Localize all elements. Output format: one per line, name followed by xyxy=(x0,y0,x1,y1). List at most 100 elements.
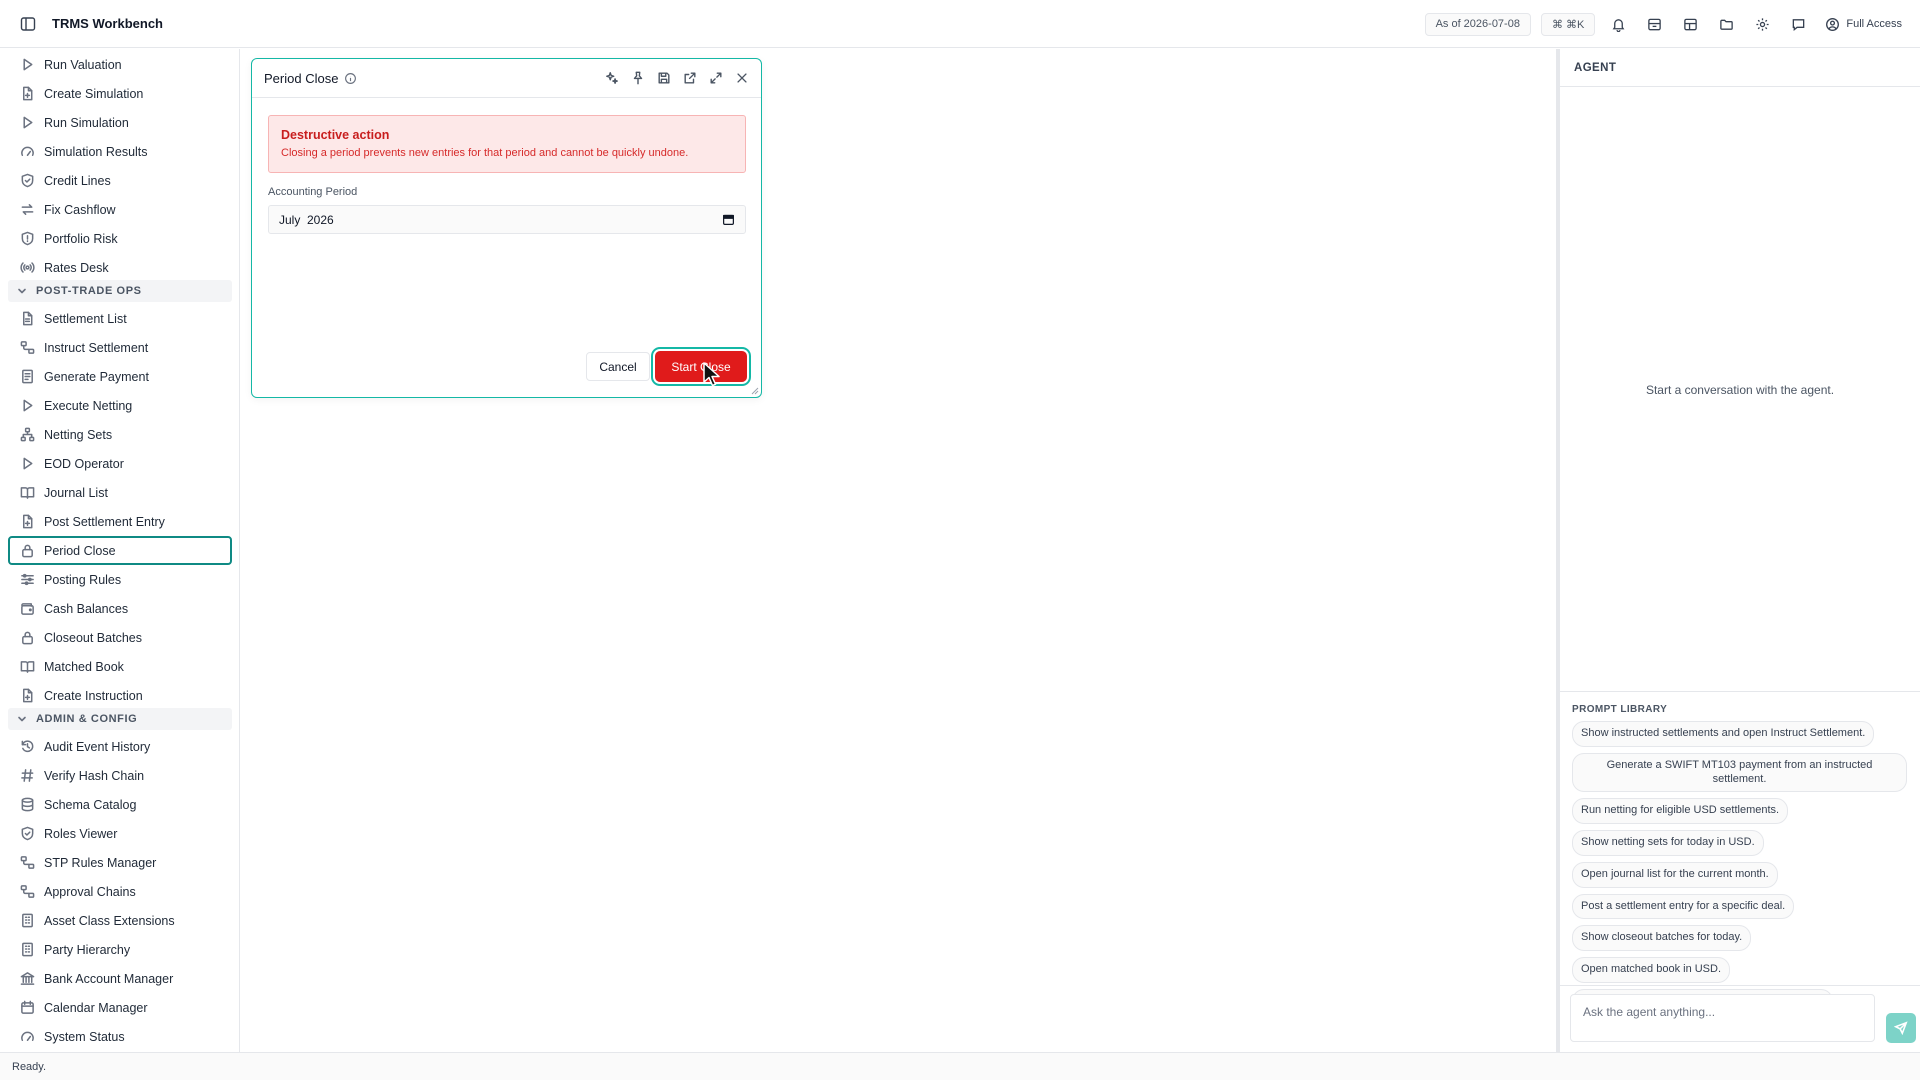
top-bar: TRMS Workbench As of 2026-07-08 ⌘ ⌘K Ful… xyxy=(0,0,1920,48)
maximize-icon[interactable] xyxy=(709,71,723,85)
prompt-chip[interactable]: Open matched book in USD. xyxy=(1572,957,1731,983)
sidebar-item-system-status[interactable]: System Status xyxy=(8,1023,232,1050)
sidebar-item-portfolio-risk[interactable]: Portfolio Risk xyxy=(8,225,232,252)
bell-icon[interactable] xyxy=(1605,11,1631,37)
sidebar-item-fix-cashflow[interactable]: Fix Cashflow xyxy=(8,196,232,223)
play-icon xyxy=(20,57,35,72)
command-palette-button[interactable]: ⌘ ⌘K xyxy=(1540,12,1596,36)
sidebar-item-stp-rules-manager[interactable]: STP Rules Manager xyxy=(8,849,232,876)
sidebar-item-journal-list[interactable]: Journal List xyxy=(8,479,232,506)
section-header-post-trade-ops[interactable]: POST-TRADE OPS xyxy=(8,280,232,302)
start-close-button[interactable]: Start Close xyxy=(655,351,747,382)
sidebar-item-party-hierarchy[interactable]: Party Hierarchy xyxy=(8,936,232,963)
sidebar-item-credit-lines[interactable]: Credit Lines xyxy=(8,167,232,194)
sidebar-item-bank-account-manager[interactable]: Bank Account Manager xyxy=(8,965,232,992)
sidebar-item-label: Journal List xyxy=(44,485,108,500)
as-of-date-button[interactable]: As of 2026-07-08 xyxy=(1424,12,1531,36)
sidebar-item-label: STP Rules Manager xyxy=(44,855,157,870)
workflow-icon xyxy=(20,340,35,355)
chevron-down-icon xyxy=(16,713,28,725)
sidebar-item-label: Approval Chains xyxy=(44,884,136,899)
resize-handle-icon[interactable] xyxy=(751,387,759,395)
section-header-admin-config[interactable]: ADMIN & CONFIG xyxy=(8,708,232,730)
shield-icon xyxy=(20,826,35,841)
sidebar-item-closeout-batches[interactable]: Closeout Batches xyxy=(8,624,232,651)
destructive-action-alert: Destructive action Closing a period prev… xyxy=(268,115,746,173)
mouse-cursor-icon xyxy=(702,362,722,388)
prompt-chip[interactable]: Show closeout batches for today. xyxy=(1572,925,1752,951)
sidebar-item-approval-chains[interactable]: Approval Chains xyxy=(8,878,232,905)
sidebar-item-create-simulation[interactable]: Create Simulation xyxy=(8,80,232,107)
gear-icon[interactable] xyxy=(1749,11,1775,37)
folder-icon[interactable] xyxy=(1713,11,1739,37)
sidebar-item-label: Calendar Manager xyxy=(44,1000,148,1015)
prompt-chip[interactable]: Generate a SWIFT MT103 payment from an i… xyxy=(1572,752,1907,793)
save-icon[interactable] xyxy=(657,71,671,85)
sidebar-item-run-valuation[interactable]: Run Valuation xyxy=(8,51,232,78)
sidebar-item-eod-operator[interactable]: EOD Operator xyxy=(8,450,232,477)
gauge-icon xyxy=(20,144,35,159)
sparkles-icon[interactable] xyxy=(605,71,619,85)
sidebar-item-settlement-list[interactable]: Settlement List xyxy=(8,305,232,332)
calendar-icon[interactable] xyxy=(722,213,735,226)
chat-icon[interactable] xyxy=(1785,11,1811,37)
sidebar-item-audit-event-history[interactable]: Audit Event History xyxy=(8,733,232,760)
sidebar-item-schema-catalog[interactable]: Schema Catalog xyxy=(8,791,232,818)
file-plus-icon xyxy=(20,86,35,101)
prompt-chip[interactable]: Show instructed settlements and open Ins… xyxy=(1572,721,1875,747)
sidebar-item-rates-desk[interactable]: Rates Desk xyxy=(8,254,232,281)
cancel-button[interactable]: Cancel xyxy=(586,352,650,381)
layout-icon[interactable] xyxy=(1677,11,1703,37)
prompt-chip[interactable]: Show netting sets for today in USD. xyxy=(1572,830,1764,856)
sidebar-item-netting-sets[interactable]: Netting Sets xyxy=(8,421,232,448)
accounting-period-label: Accounting Period xyxy=(268,186,358,198)
book-icon xyxy=(20,485,35,500)
close-icon[interactable] xyxy=(735,71,749,85)
info-icon[interactable] xyxy=(344,72,357,85)
sidebar-item-label: Verify Hash Chain xyxy=(44,768,145,783)
archive-icon[interactable] xyxy=(1641,11,1667,37)
building-icon xyxy=(20,942,35,957)
sidebar-item-label: Fix Cashflow xyxy=(44,202,116,217)
sidebar-item-matched-book[interactable]: Matched Book xyxy=(8,653,232,680)
send-button[interactable] xyxy=(1886,1013,1916,1043)
alert-title: Destructive action xyxy=(281,128,390,142)
sidebar-item-calendar-manager[interactable]: Calendar Manager xyxy=(8,994,232,1021)
period-close-modal: Period Close Destructive action Closing … xyxy=(251,58,762,398)
sidebar-item-label: Period Close xyxy=(44,543,116,558)
panel-toggle-icon[interactable] xyxy=(17,13,39,35)
sidebar-item-label: System Status xyxy=(44,1029,125,1044)
prompt-chip[interactable]: Run netting for eligible USD settlements… xyxy=(1572,798,1789,824)
prompt-chip[interactable]: Open journal list for the current month. xyxy=(1572,861,1778,888)
sidebar-item-label: Generate Payment xyxy=(44,369,149,384)
sidebar-item-post-settlement-entry[interactable]: Post Settlement Entry xyxy=(8,508,232,535)
sidebar-item-label: Roles Viewer xyxy=(44,826,118,841)
access-indicator[interactable]: Full Access xyxy=(1825,17,1902,32)
sidebar-item-run-simulation[interactable]: Run Simulation xyxy=(8,109,232,136)
sidebar-item-label: Closeout Batches xyxy=(44,630,142,645)
prompt-chip[interactable]: Post a settlement entry for a specific d… xyxy=(1572,893,1795,920)
sidebar-item-label: EOD Operator xyxy=(44,456,124,471)
sidebar-item-period-close[interactable]: Period Close xyxy=(8,536,232,565)
agent-input[interactable] xyxy=(1570,994,1875,1042)
sidebar-item-verify-hash-chain[interactable]: Verify Hash Chain xyxy=(8,762,232,789)
sidebar-item-label: Instruct Settlement xyxy=(44,340,149,355)
sidebar-item-instruct-settlement[interactable]: Instruct Settlement xyxy=(8,334,232,361)
sidebar: Run Valuation Create Simulation Run Simu… xyxy=(0,49,240,1052)
sidebar-item-cash-balances[interactable]: Cash Balances xyxy=(8,595,232,622)
sidebar-item-generate-payment[interactable]: Generate Payment xyxy=(8,363,232,390)
sidebar-item-simulation-results[interactable]: Simulation Results xyxy=(8,138,232,165)
sidebar-item-label: Create Simulation xyxy=(44,86,144,101)
user-circle-icon xyxy=(1825,17,1840,32)
sidebar-item-label: Bank Account Manager xyxy=(44,971,174,986)
sidebar-item-posting-rules[interactable]: Posting Rules xyxy=(8,566,232,593)
accounting-period-input[interactable]: July 2026 xyxy=(268,205,746,234)
hash-icon xyxy=(20,768,35,783)
pin-icon[interactable] xyxy=(631,71,645,85)
sidebar-item-label: Post Settlement Entry xyxy=(44,514,165,529)
sidebar-item-create-instruction[interactable]: Create Instruction xyxy=(8,682,232,709)
external-link-icon[interactable] xyxy=(683,71,697,85)
sidebar-item-roles-viewer[interactable]: Roles Viewer xyxy=(8,820,232,847)
sidebar-item-asset-class-extensions[interactable]: Asset Class Extensions xyxy=(8,907,232,934)
sidebar-item-execute-netting[interactable]: Execute Netting xyxy=(8,392,232,419)
